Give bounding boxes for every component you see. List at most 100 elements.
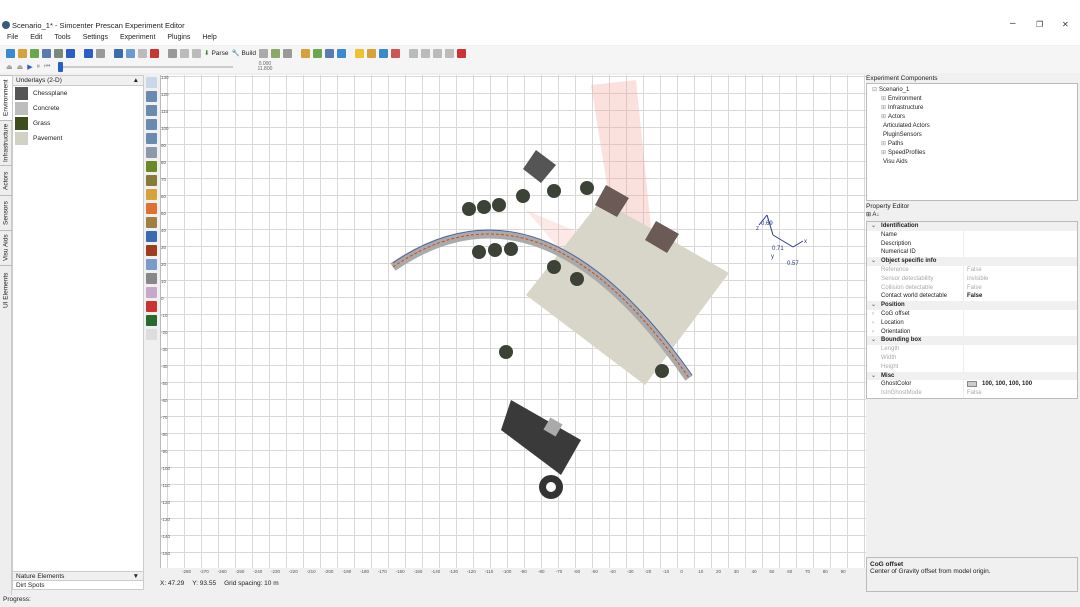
collapse-icon[interactable]: ⌄ xyxy=(871,372,876,381)
tree-item[interactable]: Visu Aids xyxy=(872,158,1072,167)
menu-experiment[interactable]: Experiment xyxy=(120,34,155,45)
tab-ui-elements[interactable]: UI Elements xyxy=(0,265,12,315)
tree-item[interactable]: ⊟ Scenario_1 xyxy=(872,86,1072,95)
property-category[interactable]: ⌄ Identification xyxy=(867,222,1077,231)
tool-icon[interactable] xyxy=(146,105,157,116)
menu-edit[interactable]: Edit xyxy=(30,34,42,45)
toolbar-icon[interactable] xyxy=(192,48,201,58)
expand-icon[interactable]: › xyxy=(872,328,874,337)
property-value[interactable] xyxy=(964,328,967,337)
expand-icon[interactable]: › xyxy=(872,310,874,319)
property-value[interactable]: False xyxy=(964,266,982,275)
tab-actors[interactable]: Actors xyxy=(0,165,12,195)
expand-icon[interactable]: ⊞ xyxy=(881,150,886,156)
toolbar-icon[interactable] xyxy=(283,48,292,58)
property-row[interactable]: › Location xyxy=(867,318,1077,328)
tool-icon[interactable] xyxy=(146,161,157,172)
tab-infrastructure[interactable]: Infrastructure xyxy=(0,120,12,165)
property-row[interactable]: Height xyxy=(867,362,1077,372)
tool-icon[interactable] xyxy=(146,231,157,242)
tool-icon[interactable] xyxy=(146,273,157,284)
property-value[interactable]: False xyxy=(964,292,982,301)
toolbar-icon[interactable] xyxy=(54,48,63,58)
tool-icon[interactable] xyxy=(146,217,157,228)
tool-icon[interactable] xyxy=(146,203,157,214)
property-category[interactable]: ⌄ Bounding box xyxy=(867,336,1077,346)
expand-icon[interactable]: ⊞ xyxy=(881,105,886,111)
underlay-chessplane[interactable]: Chessplane xyxy=(13,86,143,101)
underlay-grass[interactable]: Grass xyxy=(13,116,143,131)
toolbar-icon[interactable] xyxy=(337,48,346,58)
toolbar-icon[interactable] xyxy=(6,48,15,58)
property-value[interactable]: invisible xyxy=(964,275,988,284)
property-value[interactable]: 100, 100, 100, 100 xyxy=(964,380,1032,389)
property-value[interactable]: False xyxy=(964,389,982,398)
property-category[interactable]: ⌄ Misc xyxy=(867,371,1077,381)
tool-icon[interactable] xyxy=(146,329,157,340)
toolbar-icon[interactable] xyxy=(421,48,430,58)
scene-canvas[interactable]: 0.69 0.71 0.57 x y z xyxy=(160,75,866,568)
property-row[interactable]: Numerical ID xyxy=(867,248,1077,258)
tree-item[interactable]: PluginSensors xyxy=(872,131,1072,140)
property-row[interactable]: Contact world detectable False xyxy=(867,292,1077,302)
property-value[interactable] xyxy=(964,345,967,354)
expand-icon[interactable]: › xyxy=(872,319,874,328)
toolbar-icon[interactable] xyxy=(126,48,135,58)
toolbar-icon[interactable] xyxy=(433,48,442,58)
underlay-pavement[interactable]: Pavement xyxy=(13,131,143,146)
tree-item[interactable]: ⊞ Environment xyxy=(872,95,1072,104)
dirt-spots-item[interactable]: Dirt Spots xyxy=(13,580,143,589)
collapse-icon[interactable]: ⌄ xyxy=(871,336,876,345)
property-row[interactable]: › Orientation xyxy=(867,327,1077,337)
toolbar-icon[interactable] xyxy=(114,48,123,58)
tool-icon[interactable] xyxy=(146,133,157,144)
minimize-button[interactable]: – xyxy=(1010,18,1016,29)
expand-icon[interactable]: ⊞ xyxy=(881,96,886,102)
tab-environment[interactable]: Environment xyxy=(0,75,12,120)
property-row[interactable]: Width xyxy=(867,353,1077,363)
property-row[interactable]: Length xyxy=(867,345,1077,354)
property-sort-toolbar[interactable]: ⊞ A↓ xyxy=(866,211,1080,221)
maximize-button[interactable]: ❐ xyxy=(1036,20,1043,29)
menu-settings[interactable]: Settings xyxy=(83,34,108,45)
expand-icon[interactable]: ⊞ xyxy=(881,141,886,147)
tool-icon[interactable] xyxy=(146,259,157,270)
time-slider[interactable] xyxy=(58,61,234,72)
property-row[interactable]: Collision detectable False xyxy=(867,283,1077,293)
tab-visu-aids[interactable]: Visu Aids xyxy=(0,230,12,265)
toolbar-icon[interactable] xyxy=(391,48,400,58)
toolbar-icon[interactable] xyxy=(30,48,39,58)
property-value[interactable] xyxy=(964,310,967,319)
build-button[interactable]: 🔧 Build xyxy=(231,49,256,58)
toolbar-icon[interactable] xyxy=(301,48,310,58)
menu-file[interactable]: File xyxy=(7,34,18,45)
toolbar-icon[interactable] xyxy=(18,48,27,58)
slider-handle[interactable] xyxy=(58,61,64,72)
collapse-icon[interactable]: ⌄ xyxy=(871,257,876,266)
toolbar-icon[interactable] xyxy=(259,48,268,58)
tool-icon[interactable] xyxy=(146,175,157,186)
property-row[interactable]: › CoG offset xyxy=(867,309,1077,319)
tree-item[interactable]: ⊞ Paths xyxy=(872,140,1072,149)
collapse-icon[interactable]: ⌄ xyxy=(871,301,876,310)
tool-icon[interactable] xyxy=(146,119,157,130)
toolbar-icon[interactable] xyxy=(168,48,177,58)
tree-item[interactable]: ⊞ SpeedProfiles xyxy=(872,149,1072,158)
menu-plugins[interactable]: Plugins xyxy=(167,34,190,45)
pause-icon[interactable]: ⏸ xyxy=(37,63,41,71)
toolbar-icon[interactable] xyxy=(66,48,75,58)
underlays-dropdown[interactable]: Underlays (2-D) ▲ xyxy=(13,76,143,86)
property-value[interactable]: False xyxy=(964,284,982,293)
tool-icon[interactable] xyxy=(146,301,157,312)
toolbar-icon[interactable] xyxy=(325,48,334,58)
parse-button[interactable]: ⬇ Parse xyxy=(204,49,228,58)
toolbar-icon[interactable] xyxy=(84,48,93,58)
toolbar-icon[interactable] xyxy=(367,48,376,58)
tree-item[interactable]: ⊞ Actors xyxy=(872,113,1072,122)
property-category[interactable]: ⌄ Position xyxy=(867,301,1077,310)
step-back-icon[interactable]: ⏏ xyxy=(6,63,13,71)
tool-icon[interactable] xyxy=(146,287,157,298)
property-value[interactable] xyxy=(964,248,967,257)
tool-icon[interactable] xyxy=(146,245,157,256)
tool-icon[interactable] xyxy=(146,91,157,102)
